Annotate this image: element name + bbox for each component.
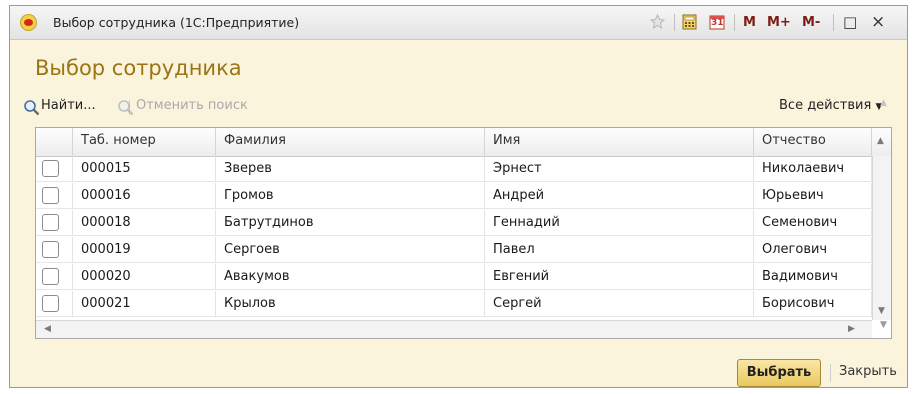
arrow-left-icon[interactable]: ◀ [44, 324, 51, 334]
row-checkbox[interactable] [42, 268, 59, 285]
calculator-icon[interactable] [682, 14, 697, 30]
cancel-search-icon [117, 99, 134, 120]
cell-last-name: Зверев [216, 156, 485, 182]
cell-middle-name: Семенович [754, 210, 872, 236]
cell-first-name: Андрей [485, 183, 754, 209]
form-heading: Выбор сотрудника [35, 56, 242, 80]
cell-tab-number: 000016 [73, 183, 216, 209]
cell-last-name: Громов [216, 183, 485, 209]
calendar-day: 31 [711, 18, 724, 28]
table-header: Таб. номер Фамилия Имя Отчество ▲ [36, 128, 891, 157]
select-button[interactable]: Выбрать [737, 359, 821, 387]
cell-middle-name: Олегович [754, 237, 872, 263]
column-header-tab-number[interactable]: Таб. номер [73, 128, 216, 156]
form-toolbar: Найти... Отменить поиск Все действия ▼ [10, 97, 907, 119]
cell-last-name: Авакумов [216, 264, 485, 290]
row-checkbox[interactable] [42, 160, 59, 177]
table-row[interactable]: 000020 Авакумов Евгений Вадимович [36, 264, 872, 290]
column-header-first-name[interactable]: Имя [485, 128, 754, 156]
cell-tab-number: 000015 [73, 156, 216, 182]
table-horizontal-scrollbar[interactable]: ◀ ▶ [36, 320, 872, 338]
find-button[interactable]: Найти... [41, 98, 96, 113]
memory-button-m[interactable]: M [743, 15, 756, 30]
cell-checkbox [36, 183, 73, 209]
row-checkbox[interactable] [42, 241, 59, 258]
form-vertical-scrollbar[interactable]: ▲ ▼ [876, 94, 892, 342]
memory-button-m-minus[interactable]: M- [802, 15, 820, 30]
table-row[interactable]: 000016 Громов Андрей Юрьевич [36, 183, 872, 209]
cell-middle-name: Юрьевич [754, 183, 872, 209]
maximize-button[interactable]: □ [843, 13, 857, 31]
title-bar: Выбор сотрудника (1С:Предприятие) 31 M M… [10, 6, 907, 40]
row-checkbox[interactable] [42, 214, 59, 231]
cell-middle-name: Николаевич [754, 156, 872, 182]
1c-logo-icon[interactable] [20, 14, 37, 31]
cell-tab-number: 000020 [73, 264, 216, 290]
table-row[interactable]: 000021 Крылов Сергей Борисович [36, 291, 872, 317]
cell-last-name: Крылов [216, 291, 485, 317]
cancel-search-button[interactable]: Отменить поиск [136, 98, 248, 113]
toolbar-divider [833, 14, 834, 31]
calendar-icon[interactable]: 31 [709, 14, 725, 30]
cell-last-name: Батрутдинов [216, 210, 485, 236]
selection-window: Выбор сотрудника (1С:Предприятие) 31 M M… [9, 5, 908, 388]
cell-first-name: Эрнест [485, 156, 754, 182]
cell-middle-name: Борисович [754, 291, 872, 317]
all-actions-menu[interactable]: Все действия ▼ [779, 98, 882, 113]
toolbar-divider [734, 14, 735, 31]
cell-checkbox [36, 264, 73, 290]
close-button[interactable]: Закрыть [839, 364, 897, 379]
cell-first-name: Павел [485, 237, 754, 263]
favorite-icon[interactable] [649, 13, 666, 30]
row-checkbox[interactable] [42, 187, 59, 204]
toolbar-divider [674, 14, 675, 31]
search-icon [23, 99, 40, 120]
column-header-last-name[interactable]: Фамилия [216, 128, 485, 156]
cell-first-name: Геннадий [485, 210, 754, 236]
row-checkbox[interactable] [42, 295, 59, 312]
memory-button-m-plus[interactable]: M+ [767, 15, 791, 30]
cell-tab-number: 000018 [73, 210, 216, 236]
arrow-down-icon[interactable]: ▼ [880, 320, 887, 330]
cell-first-name: Сергей [485, 291, 754, 317]
cell-checkbox [36, 237, 73, 263]
employees-table: Таб. номер Фамилия Имя Отчество ▲ 000015… [35, 127, 892, 339]
cell-checkbox [36, 291, 73, 317]
button-divider [830, 364, 831, 382]
arrow-right-icon[interactable]: ▶ [848, 324, 855, 334]
column-header-middle-name[interactable]: Отчество [754, 128, 872, 156]
cell-checkbox [36, 210, 73, 236]
table-row[interactable]: 000019 Сергоев Павел Олегович [36, 237, 872, 263]
table-row[interactable]: 000015 Зверев Эрнест Николаевич [36, 156, 872, 182]
all-actions-label: Все действия [779, 98, 872, 113]
cell-checkbox [36, 156, 73, 182]
cell-first-name: Евгений [485, 264, 754, 290]
header-checkbox-column [36, 128, 73, 156]
cell-last-name: Сергоев [216, 237, 485, 263]
cell-tab-number: 000021 [73, 291, 216, 317]
cell-middle-name: Вадимович [754, 264, 872, 290]
window-title: Выбор сотрудника (1С:Предприятие) [53, 15, 300, 30]
table-row[interactable]: 000018 Батрутдинов Геннадий Семенович [36, 210, 872, 236]
arrow-up-icon[interactable]: ▲ [880, 98, 887, 108]
close-window-button[interactable]: × [871, 12, 885, 32]
cell-tab-number: 000019 [73, 237, 216, 263]
